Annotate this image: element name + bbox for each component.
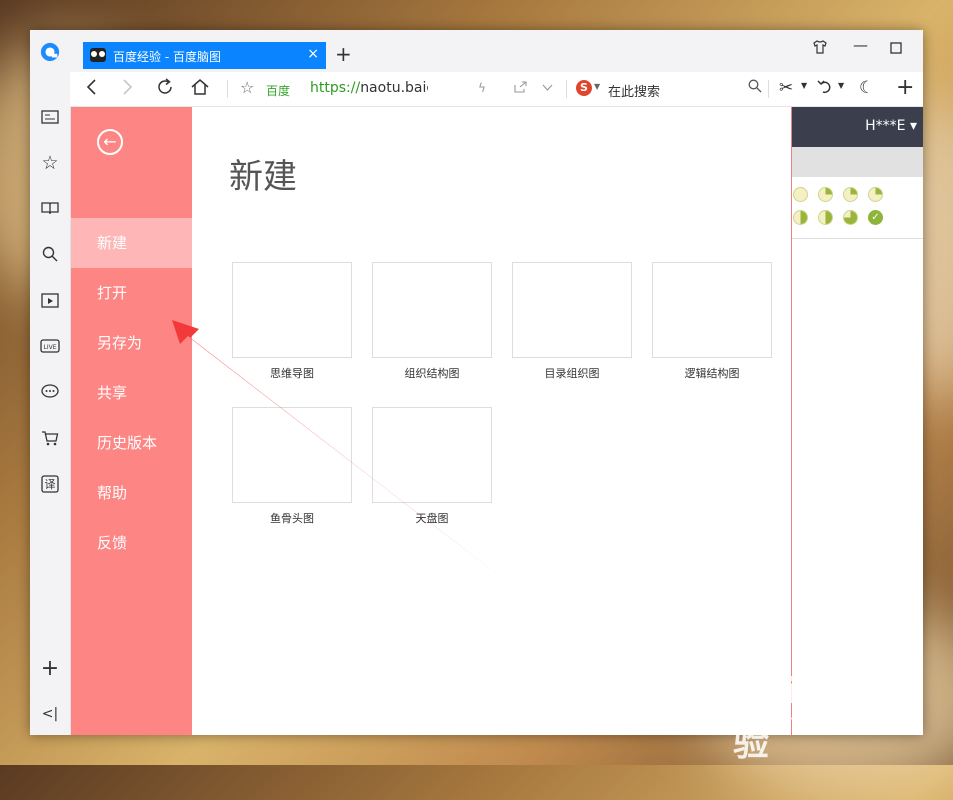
shopping-cart-icon[interactable] xyxy=(40,428,60,448)
url-scheme: https:// xyxy=(310,80,361,96)
template-thumbnail[interactable] xyxy=(232,407,352,503)
browser-window: ☆ LIVE 译 + <| 百度经验 - 百度脑图 × + — ✕ xyxy=(30,30,923,735)
bookmark-star-icon[interactable]: ☆ xyxy=(240,78,254,97)
maximize-button[interactable] xyxy=(890,40,902,58)
divider xyxy=(227,80,228,98)
add-icon[interactable]: + xyxy=(40,656,60,681)
divider xyxy=(768,80,769,98)
favorites-star-icon[interactable]: ☆ xyxy=(40,152,60,174)
template-fishbone[interactable]: 鱼骨头图 xyxy=(232,407,352,526)
translate-icon[interactable]: 译 xyxy=(40,474,60,494)
back-arrow-icon[interactable]: ← xyxy=(97,129,123,155)
page-viewport: H***E ▾ ✓ ← 新建 打开 另存为 共享 历史版本 帮助 反馈 新建 思… xyxy=(71,107,923,735)
menu-item-feedback[interactable]: 反馈 xyxy=(71,518,192,568)
minimize-button[interactable]: — xyxy=(853,36,868,54)
menu-item-share[interactable]: 共享 xyxy=(71,368,192,418)
template-thumbnail[interactable] xyxy=(372,407,492,503)
collapse-sidebar-icon[interactable]: <| xyxy=(40,704,60,724)
progress-icon[interactable] xyxy=(843,210,858,225)
url-field[interactable]: https://naotu.baic xyxy=(310,80,428,96)
browser-logo-icon[interactable] xyxy=(40,42,60,62)
progress-icon[interactable] xyxy=(793,187,808,202)
browser-sidebar: ☆ LIVE 译 + <| xyxy=(30,30,71,735)
divider xyxy=(566,80,567,98)
progress-icon[interactable] xyxy=(868,187,883,202)
app-toolbar-band xyxy=(792,147,923,177)
tab-baidu-naotu[interactable]: 百度经验 - 百度脑图 × xyxy=(83,42,326,69)
template-tree-chart[interactable]: 目录组织图 xyxy=(512,262,632,381)
template-mind-map[interactable]: 思维导图 xyxy=(232,262,352,381)
menu-item-help[interactable]: 帮助 xyxy=(71,468,192,518)
svg-text:译: 译 xyxy=(45,478,56,491)
new-document-panel: 新建 思维导图 组织结构图 目录组织图 逻辑结构图 鱼骨头图 天盘图 xyxy=(192,107,792,735)
night-mode-moon-icon[interactable]: ☾ xyxy=(859,78,874,98)
template-label: 逻辑结构图 xyxy=(684,367,740,380)
undo-icon[interactable] xyxy=(817,78,833,99)
template-label: 天盘图 xyxy=(415,512,449,525)
home-icon[interactable] xyxy=(190,78,210,101)
progress-icon[interactable] xyxy=(818,210,833,225)
svg-text:LIVE: LIVE xyxy=(43,344,56,351)
template-label: 组织结构图 xyxy=(404,367,460,380)
back-nav-icon[interactable] xyxy=(85,78,97,101)
template-label: 目录组织图 xyxy=(544,367,600,380)
template-logic-chart[interactable]: 逻辑结构图 xyxy=(652,262,772,381)
search-magnifier-icon[interactable] xyxy=(748,79,762,97)
reload-icon[interactable] xyxy=(156,78,174,101)
tab-title: 百度经验 - 百度脑图 xyxy=(113,50,221,64)
chevron-down-icon[interactable] xyxy=(542,81,553,95)
undo-dropdown-icon[interactable]: ▼ xyxy=(838,81,844,90)
progress-icon[interactable] xyxy=(818,187,833,202)
scissors-dropdown-icon[interactable]: ▼ xyxy=(801,81,807,90)
template-thumbnail[interactable] xyxy=(652,262,772,358)
add-icon[interactable]: + xyxy=(896,75,914,100)
priority-progress-icons: ✓ xyxy=(792,182,923,239)
progress-complete-check-icon[interactable]: ✓ xyxy=(868,210,883,225)
user-menu[interactable]: H***E ▾ xyxy=(865,118,917,134)
tab-close-button[interactable]: × xyxy=(307,46,319,62)
page-title: 新建 xyxy=(229,157,297,197)
tab-bar: 百度经验 - 百度脑图 × + — ✕ xyxy=(70,30,923,72)
address-bar: ☆ 百度 https://naotu.baic ϟ S ▼ 在此搜索 ✂ ▼ ▼… xyxy=(70,72,923,107)
progress-icon[interactable] xyxy=(843,187,858,202)
chat-icon[interactable] xyxy=(40,382,60,402)
file-menu-sidebar: ← 新建 打开 另存为 共享 历史版本 帮助 反馈 xyxy=(71,107,192,735)
menu-item-open[interactable]: 打开 xyxy=(71,268,192,318)
menu-item-save-as[interactable]: 另存为 xyxy=(71,318,192,368)
template-label: 思维导图 xyxy=(270,367,314,380)
template-thumbnail[interactable] xyxy=(512,262,632,358)
search-icon[interactable] xyxy=(40,244,60,264)
template-label: 鱼骨头图 xyxy=(270,512,314,525)
search-input[interactable]: 在此搜索 xyxy=(608,81,660,100)
template-thumbnail[interactable] xyxy=(372,262,492,358)
new-tab-button[interactable]: + xyxy=(335,42,352,66)
news-icon[interactable] xyxy=(40,107,60,127)
template-org-chart[interactable]: 组织结构图 xyxy=(372,262,492,381)
share-icon[interactable] xyxy=(514,81,527,96)
progress-icon[interactable] xyxy=(793,210,808,225)
reading-book-icon[interactable] xyxy=(40,198,60,218)
scissors-screenshot-icon[interactable]: ✂ xyxy=(779,78,793,98)
menu-item-history[interactable]: 历史版本 xyxy=(71,418,192,468)
app-header: H***E ▾ xyxy=(792,107,923,147)
video-icon[interactable] xyxy=(40,290,60,310)
lightning-icon[interactable]: ϟ xyxy=(478,81,486,95)
template-tianpan[interactable]: 天盘图 xyxy=(372,407,492,526)
shirt-skin-icon[interactable] xyxy=(813,40,827,58)
menu-item-new[interactable]: 新建 xyxy=(71,218,192,268)
live-icon[interactable]: LIVE xyxy=(40,336,60,356)
sogou-search-engine-icon[interactable]: S xyxy=(576,80,592,96)
forward-nav-icon[interactable] xyxy=(122,78,134,101)
engine-dropdown-icon[interactable]: ▼ xyxy=(594,82,600,91)
watermark-url: jingyan.baidu.com xyxy=(733,712,890,732)
owl-favicon-icon xyxy=(90,48,106,62)
site-label: 百度 xyxy=(266,84,291,98)
template-thumbnail[interactable] xyxy=(232,262,352,358)
url-host: naotu.baic xyxy=(360,80,428,96)
